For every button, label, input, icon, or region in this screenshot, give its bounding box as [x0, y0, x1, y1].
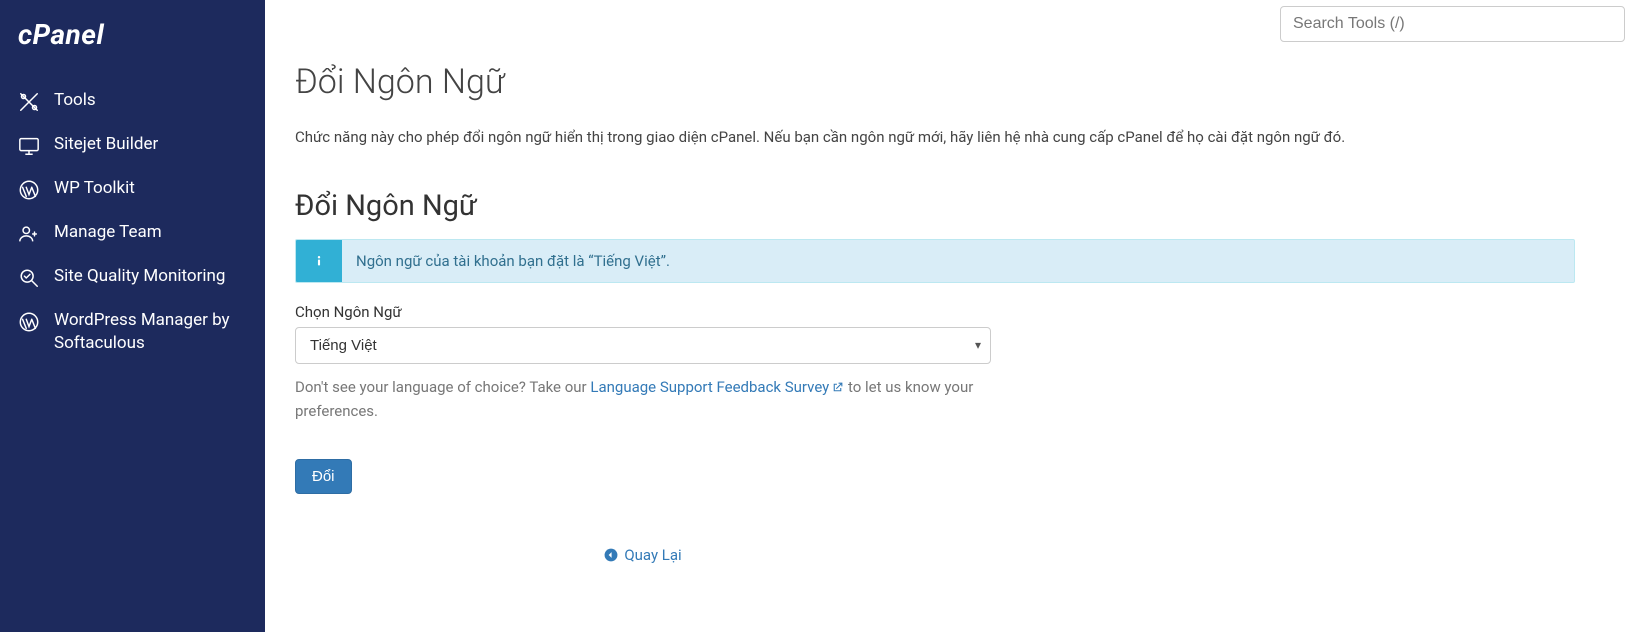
- feedback-survey-link[interactable]: Language Support Feedback Survey: [590, 378, 844, 396]
- search-input[interactable]: [1280, 6, 1625, 42]
- sidebar-item-site-quality[interactable]: Site Quality Monitoring: [0, 255, 265, 299]
- language-select-wrap: Tiếng Việt ▾: [295, 327, 991, 364]
- topbar: [265, 0, 1633, 42]
- sidebar-item-wp-manager[interactable]: WordPress Manager by Softaculous: [0, 299, 265, 365]
- page-title: Đổi Ngôn Ngữ: [295, 62, 1575, 102]
- brand-logo[interactable]: cPanel: [0, 8, 265, 79]
- magnify-check-icon: [18, 267, 40, 289]
- back-link-label: Quay Lại: [624, 546, 681, 564]
- sidebar-item-sitejet[interactable]: Sitejet Builder: [0, 123, 265, 167]
- sidebar-item-wp-toolkit[interactable]: WP Toolkit: [0, 167, 265, 211]
- back-link[interactable]: Quay Lại: [604, 546, 681, 564]
- main-content: Đổi Ngôn Ngữ Chức năng này cho phép đổi …: [265, 0, 1633, 632]
- sidebar-item-label: WP Toolkit: [54, 177, 247, 200]
- wordpress-icon: [18, 311, 40, 333]
- team-icon: [18, 223, 40, 245]
- monitor-icon: [18, 135, 40, 157]
- help-text-before: Don't see your language of choice? Take …: [295, 378, 590, 396]
- submit-button[interactable]: Đổi: [295, 459, 352, 494]
- sidebar: cPanel Tools Sitejet Builder WP Toolkit: [0, 0, 265, 632]
- sidebar-item-label: Tools: [54, 89, 247, 112]
- section-title: Đổi Ngôn Ngữ: [295, 189, 1575, 223]
- info-icon: [296, 240, 342, 282]
- sidebar-item-manage-team[interactable]: Manage Team: [0, 211, 265, 255]
- info-banner: Ngôn ngữ của tài khoản bạn đặt là “Tiếng…: [295, 239, 1575, 283]
- language-select[interactable]: Tiếng Việt: [295, 327, 991, 364]
- tools-icon: [18, 91, 40, 113]
- info-message: Ngôn ngữ của tài khoản bạn đặt là “Tiếng…: [342, 240, 684, 282]
- brand-text: cPanel: [18, 18, 104, 51]
- wordpress-icon: [18, 179, 40, 201]
- arrow-left-circle-icon: [604, 548, 618, 562]
- sidebar-item-label: Site Quality Monitoring: [54, 265, 247, 288]
- sidebar-item-label: Sitejet Builder: [54, 133, 247, 156]
- page-description: Chức năng này cho phép đổi ngôn ngữ hiển…: [295, 126, 1575, 149]
- sidebar-item-tools[interactable]: Tools: [0, 79, 265, 123]
- sidebar-item-label: Manage Team: [54, 221, 247, 244]
- help-text: Don't see your language of choice? Take …: [295, 376, 991, 423]
- language-select-label: Chọn Ngôn Ngữ: [295, 303, 1575, 321]
- external-link-icon: [831, 378, 844, 401]
- sidebar-item-label: WordPress Manager by Softaculous: [54, 309, 247, 355]
